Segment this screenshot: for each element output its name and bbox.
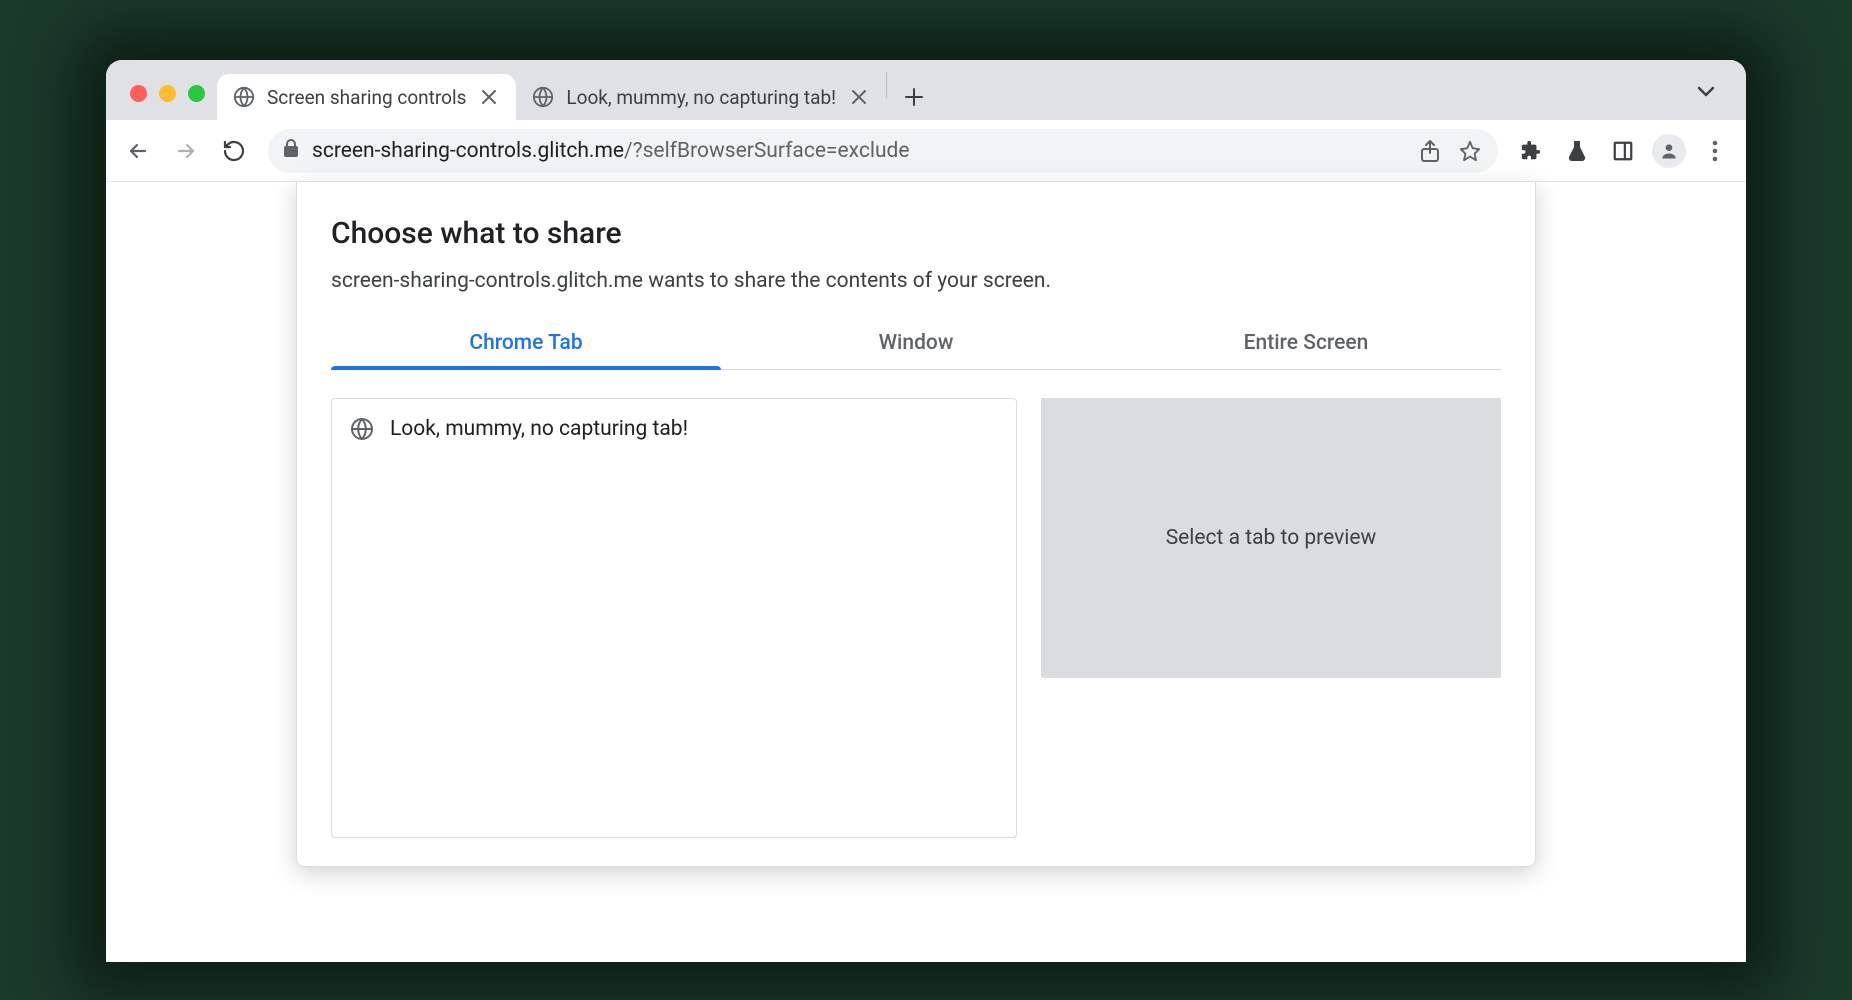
shareable-tab-item[interactable]: Look, mummy, no capturing tab! xyxy=(332,405,1016,453)
share-tab-window[interactable]: Window xyxy=(721,321,1111,369)
url-text: screen-sharing-controls.glitch.me/?selfB… xyxy=(312,139,1404,163)
back-button[interactable] xyxy=(116,129,160,173)
browser-tab[interactable]: Look, mummy, no capturing tab! xyxy=(516,74,886,120)
dialog-subtitle: screen-sharing-controls.glitch.me wants … xyxy=(331,269,1501,293)
toolbar: screen-sharing-controls.glitch.me/?selfB… xyxy=(106,120,1746,182)
globe-icon xyxy=(350,417,374,441)
preview-pane: Select a tab to preview xyxy=(1041,398,1501,838)
dialog-title: Choose what to share xyxy=(331,216,1501,251)
share-icon[interactable] xyxy=(1416,140,1444,162)
chrome-menu-button[interactable] xyxy=(1694,130,1736,172)
window-close-button[interactable] xyxy=(130,85,147,102)
window-fullscreen-button[interactable] xyxy=(188,85,205,102)
tab-close-button[interactable] xyxy=(848,86,870,108)
toolbar-actions xyxy=(1510,130,1736,172)
tab-strip: Screen sharing controls Look, mummy, no … xyxy=(106,60,1746,120)
share-tab-chrome-tab[interactable]: Chrome Tab xyxy=(331,321,721,369)
tab-title: Look, mummy, no capturing tab! xyxy=(566,86,836,109)
star-icon[interactable] xyxy=(1456,140,1484,162)
share-dialog: Choose what to share screen-sharing-cont… xyxy=(296,182,1536,867)
globe-icon xyxy=(532,86,554,108)
tab-separator xyxy=(886,72,887,98)
browser-tab-active[interactable]: Screen sharing controls xyxy=(217,74,516,120)
window-controls xyxy=(118,85,217,120)
preview-placeholder: Select a tab to preview xyxy=(1041,398,1501,678)
share-content: Look, mummy, no capturing tab! Select a … xyxy=(331,370,1501,838)
shareable-tab-title: Look, mummy, no capturing tab! xyxy=(390,417,688,441)
tab-search-button[interactable] xyxy=(1688,74,1724,110)
avatar-icon xyxy=(1652,134,1686,168)
side-panel-icon[interactable] xyxy=(1602,130,1644,172)
extensions-icon[interactable] xyxy=(1510,130,1552,172)
browser-tabs: Screen sharing controls Look, mummy, no … xyxy=(217,60,1688,120)
tab-title: Screen sharing controls xyxy=(267,86,466,109)
tab-close-button[interactable] xyxy=(478,86,500,108)
reload-button[interactable] xyxy=(212,129,256,173)
tabstrip-actions xyxy=(1688,74,1734,120)
url-host: screen-sharing-controls.glitch.me xyxy=(312,139,624,163)
shareable-tab-list[interactable]: Look, mummy, no capturing tab! xyxy=(331,398,1017,838)
url-path: /?selfBrowserSurface=exclude xyxy=(624,139,910,163)
labs-icon[interactable] xyxy=(1556,130,1598,172)
share-tab-entire-screen[interactable]: Entire Screen xyxy=(1111,321,1501,369)
globe-icon xyxy=(233,86,255,108)
lock-icon xyxy=(282,138,300,164)
window-minimize-button[interactable] xyxy=(159,85,176,102)
browser-window: Screen sharing controls Look, mummy, no … xyxy=(106,60,1746,962)
page-content: Choose what to share screen-sharing-cont… xyxy=(106,182,1746,962)
new-tab-button[interactable] xyxy=(895,78,933,116)
share-type-tabs: Chrome Tab Window Entire Screen xyxy=(331,321,1501,370)
forward-button[interactable] xyxy=(164,129,208,173)
profile-button[interactable] xyxy=(1648,130,1690,172)
address-bar[interactable]: screen-sharing-controls.glitch.me/?selfB… xyxy=(268,129,1498,173)
